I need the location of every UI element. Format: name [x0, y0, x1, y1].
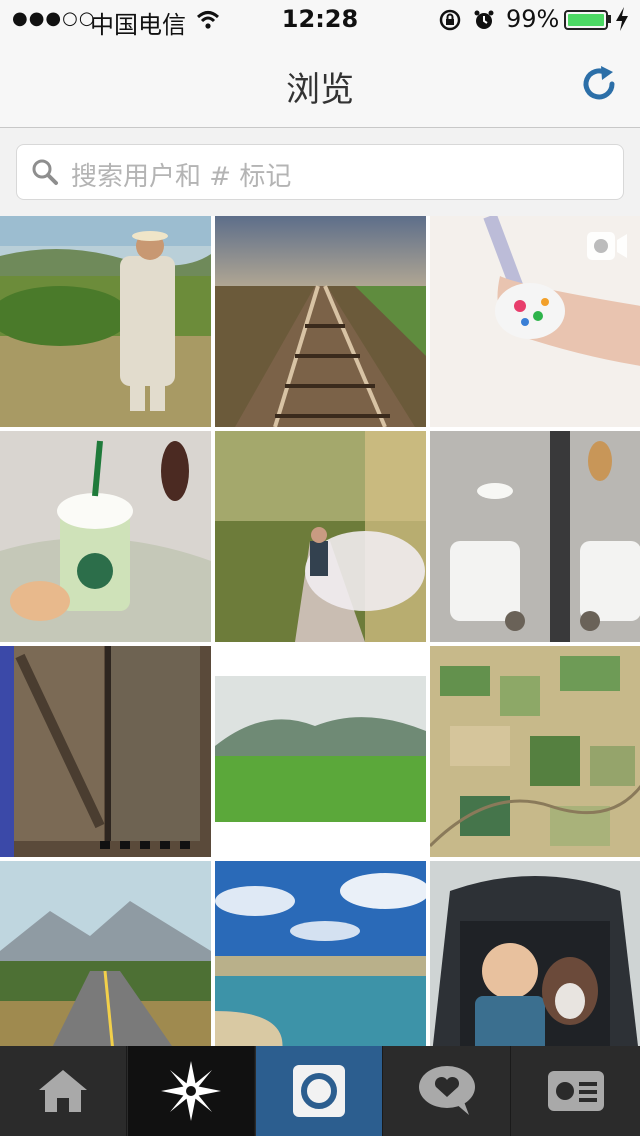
search-icon — [31, 158, 59, 190]
rotation-lock-icon — [438, 8, 462, 38]
compass-star-icon — [161, 1061, 221, 1121]
photo-tile[interactable] — [215, 431, 426, 642]
camera-icon — [293, 1065, 345, 1117]
explore-photo-grid — [0, 216, 640, 1046]
status-bar: ●●●○○ 中国电信 12:28 99% — [0, 0, 640, 40]
profile-card-icon — [548, 1071, 604, 1111]
tab-bar — [0, 1046, 640, 1136]
photo-tile[interactable] — [215, 216, 426, 427]
tab-camera[interactable] — [256, 1046, 383, 1136]
tab-home[interactable] — [0, 1046, 127, 1136]
photo-tile[interactable] — [430, 646, 640, 857]
video-icon — [587, 232, 627, 260]
tab-explore[interactable] — [128, 1046, 255, 1136]
tab-profile[interactable] — [512, 1046, 640, 1136]
alarm-icon — [472, 8, 496, 38]
photo-tile[interactable] — [430, 861, 640, 1046]
photo-tile[interactable] — [430, 431, 640, 642]
battery-tip — [608, 15, 611, 23]
photo-tile[interactable] — [0, 646, 211, 857]
charging-bolt-icon — [614, 6, 630, 38]
page-title: 浏览 — [286, 70, 354, 110]
search-input[interactable]: 搜索用户和 # 标记 — [16, 144, 624, 200]
photo-tile[interactable] — [215, 646, 426, 857]
battery-percent: 99% — [506, 5, 560, 33]
navigation-bar: 浏览 — [0, 40, 640, 128]
photo-tile[interactable] — [430, 216, 640, 427]
search-placeholder: 搜索用户和 # 标记 — [71, 162, 292, 192]
photo-tile[interactable] — [0, 216, 211, 427]
heart-bubble-icon — [419, 1066, 475, 1115]
search-area: 搜索用户和 # 标记 — [0, 128, 640, 216]
battery-icon — [564, 10, 608, 30]
photo-tile[interactable] — [0, 431, 211, 642]
refresh-icon — [583, 66, 615, 100]
refresh-button[interactable] — [578, 62, 622, 106]
photo-tile[interactable] — [0, 861, 211, 1046]
photo-tile[interactable] — [215, 861, 426, 1046]
tab-activity[interactable] — [384, 1046, 511, 1136]
home-icon — [39, 1070, 87, 1112]
